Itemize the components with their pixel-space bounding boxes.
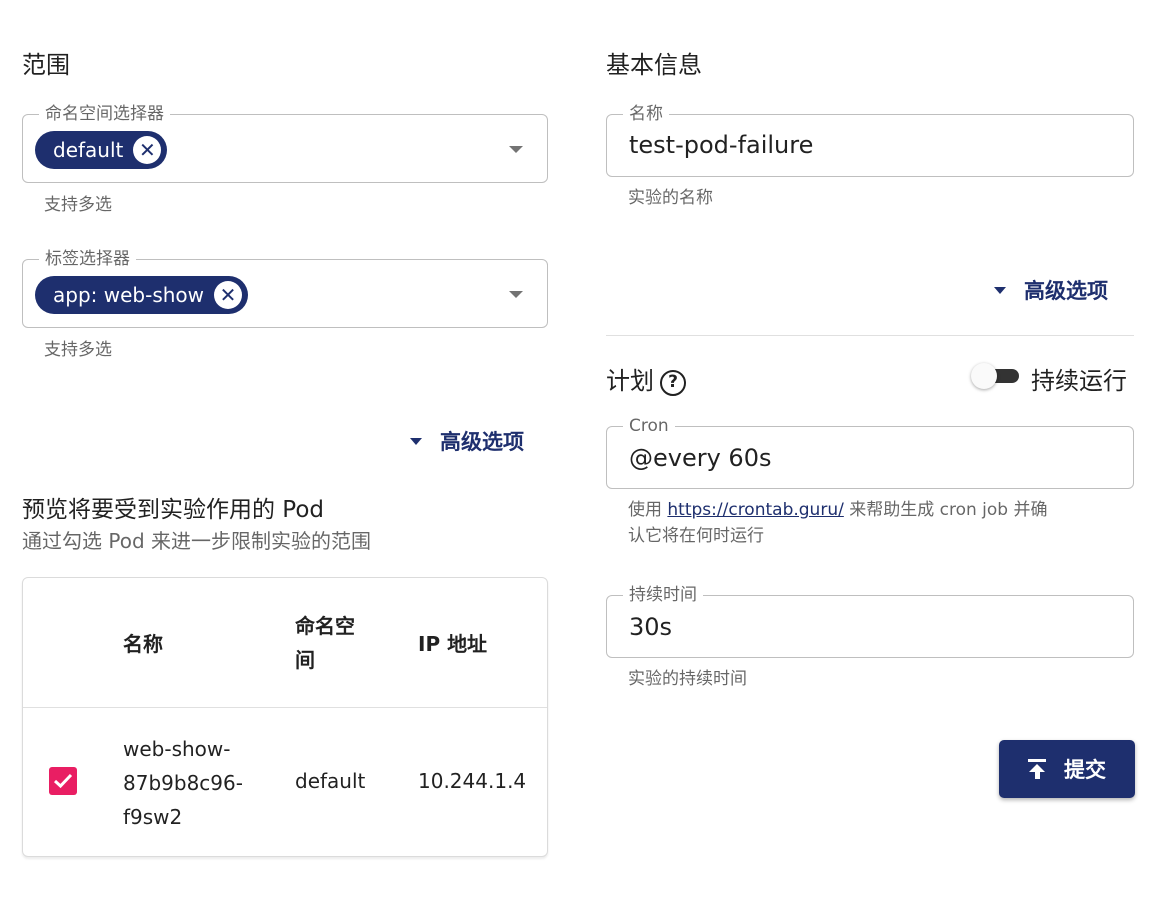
preview-title: 预览将要受到实验作用的 Pod bbox=[22, 497, 325, 523]
cron-helper-suffix: 来帮助生成 cron job 并确 bbox=[843, 500, 1048, 520]
label-chip-app-web-show: app: web-show ✕ bbox=[35, 276, 249, 314]
scope-advanced-label: 高级选项 bbox=[440, 430, 524, 454]
submit-button[interactable]: 提交 bbox=[999, 740, 1135, 798]
label-helper: 支持多选 bbox=[44, 340, 112, 360]
chip-delete-icon[interactable]: ✕ bbox=[214, 281, 243, 309]
name-helper: 实验的名称 bbox=[628, 188, 713, 208]
pod-table: 名称 命名空 间 IP 地址 web-show- 87b9b8c96- f9sw… bbox=[22, 577, 548, 857]
continuous-run-label: 持续运行 bbox=[1031, 367, 1127, 395]
name-field-value[interactable]: test-pod-failure bbox=[629, 131, 813, 159]
dropdown-arrow-icon[interactable] bbox=[509, 146, 523, 153]
column-header-namespace: 命名空 间 bbox=[295, 614, 355, 672]
expand-triangle-icon bbox=[994, 286, 1006, 294]
pod-ip: 10.244.1.4 bbox=[418, 769, 527, 793]
name-field-legend: 名称 bbox=[623, 104, 669, 124]
cron-helper-prefix: 使用 bbox=[628, 500, 668, 520]
chip-label: app: web-show bbox=[53, 283, 205, 307]
upload-icon bbox=[1028, 759, 1046, 779]
row-checkbox[interactable] bbox=[49, 767, 77, 795]
scope-title: 范围 bbox=[22, 51, 70, 79]
duration-helper: 实验的持续时间 bbox=[628, 669, 747, 689]
expand-triangle-icon bbox=[410, 437, 422, 445]
name-field[interactable]: 名称 test-pod-failure bbox=[606, 104, 1134, 177]
section-divider bbox=[606, 335, 1134, 336]
basic-advanced-label: 高级选项 bbox=[1024, 279, 1108, 303]
crontab-link[interactable]: https://crontab.guru/ bbox=[667, 500, 843, 520]
basic-info-title: 基本信息 bbox=[606, 51, 702, 79]
label-selector-legend: 标签选择器 bbox=[39, 249, 136, 269]
cron-helper: 使用 https://crontab.guru/ 来帮助生成 cron job … bbox=[628, 497, 1118, 549]
switch-thumb bbox=[971, 363, 997, 389]
namespace-selector-legend: 命名空间选择器 bbox=[39, 104, 170, 124]
column-header-ip: IP 地址 bbox=[418, 632, 488, 656]
scope-advanced-toggle[interactable]: 高级选项 bbox=[410, 426, 524, 456]
schedule-title: 计划? bbox=[606, 361, 686, 396]
chip-delete-icon[interactable]: ✕ bbox=[133, 136, 162, 164]
duration-field[interactable]: 持续时间 30s bbox=[606, 585, 1134, 658]
cron-field-value[interactable]: @every 60s bbox=[629, 444, 771, 472]
continuous-run-switch[interactable] bbox=[971, 363, 1023, 389]
namespace-chip-default: default ✕ bbox=[35, 131, 168, 169]
dropdown-arrow-icon[interactable] bbox=[509, 291, 523, 298]
basic-advanced-toggle[interactable]: 高级选项 bbox=[994, 275, 1108, 305]
schedule-label: 计划 bbox=[606, 367, 654, 395]
duration-field-value[interactable]: 30s bbox=[629, 613, 672, 641]
cron-helper-line2: 认它将在何时运行 bbox=[628, 526, 764, 546]
namespace-helper: 支持多选 bbox=[44, 195, 112, 215]
submit-label: 提交 bbox=[1064, 758, 1106, 782]
cron-field[interactable]: Cron @every 60s bbox=[606, 416, 1134, 489]
cron-field-legend: Cron bbox=[623, 416, 675, 436]
pod-name: web-show- 87b9b8c96- f9sw2 bbox=[123, 737, 243, 829]
pod-namespace: default bbox=[295, 769, 366, 793]
help-circle-icon[interactable]: ? bbox=[660, 370, 686, 396]
column-header-name: 名称 bbox=[123, 632, 163, 656]
duration-field-legend: 持续时间 bbox=[623, 585, 703, 605]
namespace-selector[interactable]: 命名空间选择器 default ✕ bbox=[22, 104, 548, 183]
check-icon bbox=[53, 773, 73, 789]
label-selector[interactable]: 标签选择器 app: web-show ✕ bbox=[22, 249, 548, 328]
header-divider bbox=[23, 707, 547, 708]
chip-label: default bbox=[53, 138, 124, 162]
preview-subtitle: 通过勾选 Pod 来进一步限制实验的范围 bbox=[22, 529, 371, 553]
